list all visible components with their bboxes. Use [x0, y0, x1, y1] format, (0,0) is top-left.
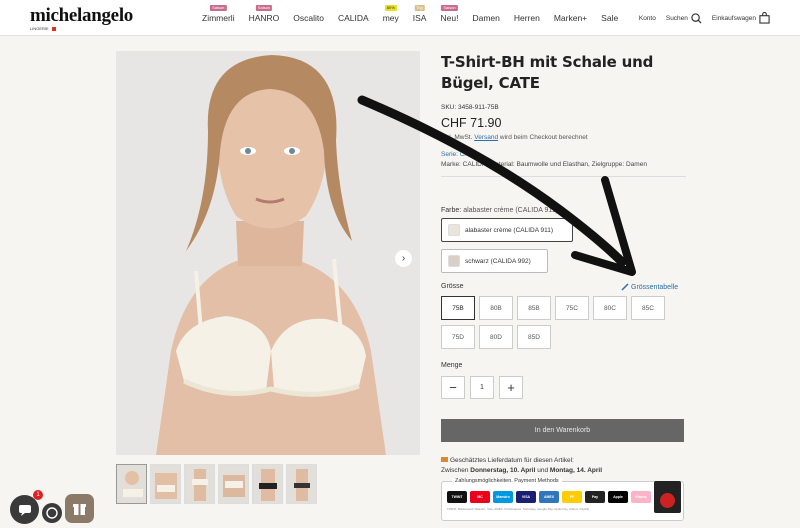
gift-button[interactable]: [65, 494, 94, 523]
whatsapp-button[interactable]: [42, 503, 62, 523]
chat-icon: [18, 504, 31, 516]
notification-badge: 1: [33, 490, 43, 500]
annotation-arrow: [357, 95, 636, 276]
whatsapp-icon: [46, 507, 58, 519]
gift-icon: [73, 504, 86, 515]
